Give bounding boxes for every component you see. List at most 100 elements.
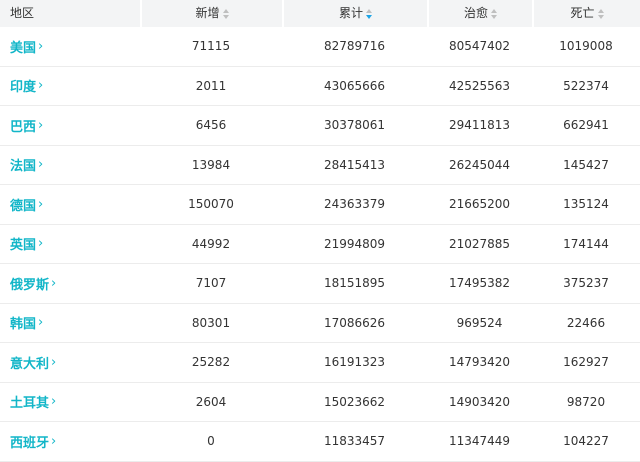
region-link[interactable]: 法国 › [10, 155, 43, 174]
region-cell: 土耳其 › [0, 383, 140, 422]
region-link[interactable]: 土耳其 › [10, 392, 56, 411]
table-row: 印度 › 2011 43065666 42525563 522374 [0, 67, 640, 106]
cured-cell: 80547402 [448, 39, 511, 54]
new-cases-cell: 80301 [191, 315, 231, 330]
region-name: 俄罗斯 [10, 277, 50, 293]
table-row: 英国 › 44992 21994809 21027885 174144 [0, 225, 640, 264]
column-header-new[interactable]: 新增 [140, 0, 282, 27]
covid-stats-table: 地区 新增 累计 治愈 死亡 美国 › 71115 82789716 805474… [0, 0, 640, 462]
region-name: 法国 [10, 159, 37, 175]
column-header-deaths[interactable]: 死亡 [532, 0, 640, 27]
table-row: 法国 › 13984 28415413 26245044 145427 [0, 146, 640, 185]
region-name: 英国 [10, 238, 37, 254]
column-header-cured[interactable]: 治愈 [427, 0, 532, 27]
chevron-right-icon: › [38, 236, 44, 252]
chevron-right-icon: › [51, 394, 57, 410]
new-cases-cell: 2604 [195, 394, 227, 409]
new-cases-cell: 7107 [195, 276, 227, 291]
new-cases-cell: 6456 [195, 118, 227, 133]
chevron-right-icon: › [38, 157, 44, 173]
column-header-total-label: 累计 [338, 6, 363, 20]
column-header-deaths-label: 死亡 [570, 6, 595, 20]
sort-icon[interactable] [597, 8, 604, 19]
region-name: 土耳其 [10, 396, 50, 412]
deaths-cell: 375237 [563, 276, 609, 291]
region-cell: 英国 › [0, 225, 140, 264]
chevron-right-icon: › [38, 117, 44, 133]
sort-icon[interactable] [222, 8, 229, 19]
cured-cell: 11347449 [448, 434, 511, 449]
total-cases-cell: 18151895 [323, 276, 386, 291]
new-cases-cell: 44992 [191, 236, 231, 251]
total-cases-cell: 24363379 [323, 197, 386, 212]
region-cell: 韩国 › [0, 304, 140, 343]
region-cell: 意大利 › [0, 343, 140, 382]
new-cases-cell: 13984 [191, 157, 231, 172]
deaths-cell: 22466 [566, 315, 606, 330]
column-header-new-label: 新增 [195, 6, 220, 20]
total-cases-cell: 43065666 [323, 78, 386, 93]
region-cell: 西班牙 › [0, 422, 140, 461]
region-link[interactable]: 英国 › [10, 234, 43, 253]
table-row: 韩国 › 80301 17086626 969524 22466 [0, 304, 640, 343]
sort-descending-icon[interactable] [366, 8, 372, 19]
total-cases-cell: 16191323 [323, 355, 386, 370]
total-cases-cell: 21994809 [323, 236, 386, 251]
table-header: 地区 新增 累计 治愈 死亡 [0, 0, 640, 27]
column-header-cured-label: 治愈 [463, 6, 488, 20]
table-row: 意大利 › 25282 16191323 14793420 162927 [0, 343, 640, 383]
region-cell: 美国 › [0, 27, 140, 66]
region-name: 美国 [10, 40, 37, 56]
region-name: 德国 [10, 198, 37, 214]
chevron-right-icon: › [51, 433, 57, 449]
deaths-cell: 1019008 [559, 39, 613, 54]
region-link[interactable]: 西班牙 › [10, 432, 56, 451]
cured-cell: 17495382 [448, 276, 511, 291]
column-header-region-label: 地区 [10, 6, 35, 20]
deaths-cell: 174144 [563, 236, 609, 251]
cured-cell: 14903420 [448, 394, 511, 409]
column-header-region: 地区 [0, 0, 140, 27]
region-name: 巴西 [10, 119, 37, 135]
total-cases-cell: 17086626 [323, 315, 386, 330]
table-row: 西班牙 › 0 11833457 11347449 104227 [0, 422, 640, 462]
region-link[interactable]: 美国 › [10, 37, 43, 56]
region-name: 韩国 [10, 317, 37, 333]
sort-icon[interactable] [491, 8, 497, 19]
region-link[interactable]: 俄罗斯 › [10, 274, 56, 293]
table-row: 土耳其 › 2604 15023662 14903420 98720 [0, 383, 640, 422]
chevron-right-icon: › [38, 38, 44, 54]
chevron-right-icon: › [51, 354, 57, 370]
region-link[interactable]: 德国 › [10, 195, 43, 214]
region-cell: 法国 › [0, 146, 140, 185]
table-body: 美国 › 71115 82789716 80547402 1019008 印度 › … [0, 27, 640, 462]
region-cell: 德国 › [0, 185, 140, 224]
table-row: 德国 › 150070 24363379 21665200 135124 [0, 185, 640, 225]
cured-cell: 42525563 [448, 78, 511, 93]
region-link[interactable]: 韩国 › [10, 313, 43, 332]
cured-cell: 21027885 [448, 236, 511, 251]
table-row: 美国 › 71115 82789716 80547402 1019008 [0, 27, 640, 67]
deaths-cell: 145427 [563, 157, 609, 172]
region-cell: 俄罗斯 › [0, 264, 140, 303]
new-cases-cell: 150070 [188, 197, 234, 212]
chevron-right-icon: › [51, 275, 57, 291]
region-link[interactable]: 印度 › [10, 76, 43, 95]
region-name: 西班牙 [10, 435, 50, 451]
region-name: 印度 [10, 80, 37, 96]
new-cases-cell: 25282 [191, 355, 231, 370]
region-cell: 巴西 › [0, 106, 140, 145]
region-link[interactable]: 意大利 › [10, 353, 56, 372]
region-cell: 印度 › [0, 67, 140, 106]
new-cases-cell: 0 [207, 434, 215, 449]
column-header-total[interactable]: 累计 [282, 0, 427, 27]
region-link[interactable]: 巴西 › [10, 116, 43, 135]
new-cases-cell: 71115 [191, 39, 231, 54]
deaths-cell: 522374 [563, 78, 609, 93]
total-cases-cell: 15023662 [323, 394, 386, 409]
total-cases-cell: 28415413 [323, 157, 386, 172]
cured-cell: 14793420 [448, 355, 511, 370]
total-cases-cell: 30378061 [323, 118, 386, 133]
deaths-cell: 98720 [566, 394, 606, 409]
region-name: 意大利 [10, 356, 50, 372]
